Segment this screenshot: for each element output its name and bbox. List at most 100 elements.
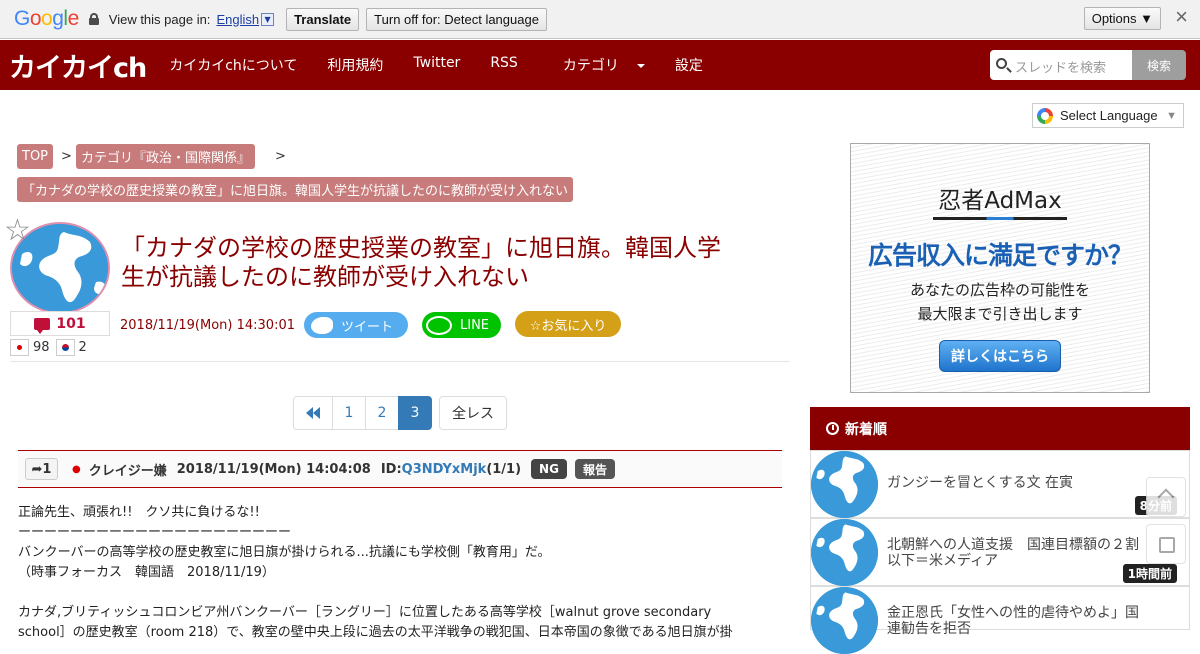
globe-icon bbox=[811, 451, 878, 518]
favorite-button[interactable]: ☆お気に入り bbox=[515, 311, 621, 337]
line-icon bbox=[426, 315, 452, 335]
site-header: カイカイch カイカイchについて 利用規約 Twitter RSS カテゴリ … bbox=[0, 40, 1200, 90]
thread-title-line: 生が抗議したのに教師が受け入れない bbox=[121, 263, 529, 291]
breadcrumb-category[interactable]: カテゴリ『政治・国際関係』 bbox=[76, 144, 256, 169]
google-g-icon bbox=[1037, 107, 1053, 124]
nav-category[interactable]: カテゴリ bbox=[533, 55, 660, 75]
ad-subtext: あなたの広告枠の可能性を 最大限まで引き出します bbox=[851, 278, 1149, 326]
language-dropdown-icon[interactable]: ▼ bbox=[261, 12, 275, 26]
list-item-title: 金正恩氏「女性への性的虐待やめよ」国連勧告を拒否 bbox=[887, 605, 1139, 637]
search-input[interactable]: スレッドを検索 bbox=[990, 50, 1132, 80]
post-number: 1 bbox=[42, 461, 52, 477]
id-value-link[interactable]: Q3NDYxMjk bbox=[402, 462, 487, 477]
reply-button[interactable]: ➦ 1 bbox=[25, 458, 58, 480]
all-replies-button[interactable]: 全レス bbox=[439, 396, 507, 430]
nav-terms[interactable]: 利用規約 bbox=[312, 55, 398, 75]
ad-subtext-line: あなたの広告枠の可能性を bbox=[909, 281, 1090, 299]
search-form: スレッドを検索 検索 bbox=[990, 50, 1186, 80]
close-icon[interactable]: × bbox=[1175, 6, 1188, 28]
line-label: LINE bbox=[460, 317, 490, 333]
breadcrumb-current[interactable]: 「カナダの学校の歴史授業の教室」に旭日旗。韓国人学生が抗議したのに教師が受け入れ… bbox=[17, 177, 574, 202]
ad-logo: 忍者AdMax bbox=[938, 188, 1062, 214]
first-page-button[interactable] bbox=[293, 396, 333, 430]
nav-twitter[interactable]: Twitter bbox=[398, 55, 475, 75]
post-date: 2018/11/19(Mon) 14:04:08 bbox=[176, 461, 371, 477]
clock-icon bbox=[826, 422, 839, 435]
options-button[interactable]: Options ▼ bbox=[1083, 7, 1161, 30]
list-item-title: ガンジーを冒とくする文 在寅 bbox=[887, 475, 1074, 491]
korea-count: 2 bbox=[78, 340, 87, 355]
post-line: カナダ,ブリティッシュコロンビア州バンクーバー［ラングリー］に位置したある高等学… bbox=[18, 605, 712, 620]
turn-off-button[interactable]: Turn off for: Detect language bbox=[366, 7, 547, 31]
ad-banner[interactable]: 忍者AdMax 広告収入に満足ですか？ あなたの広告枠の可能性を 最大限まで引き… bbox=[850, 143, 1150, 393]
twitter-bird-icon bbox=[311, 316, 333, 334]
favorite-star-icon[interactable]: ☆ bbox=[4, 216, 31, 246]
tweet-button[interactable]: ツイート bbox=[304, 312, 408, 338]
globe-icon bbox=[811, 587, 878, 654]
view-text: View this page in: bbox=[108, 11, 211, 27]
page-2[interactable]: 2 bbox=[365, 396, 399, 430]
google-logo: Google bbox=[14, 7, 79, 30]
poster-id: ID:Q3NDYxMjk(1/1) bbox=[381, 462, 521, 477]
thread-date: 2018/11/19(Mon) 14:30:01 bbox=[120, 318, 295, 333]
post-line: school］の歴史教室（room 218）で、教室の壁中央上段に過去の太平洋戦… bbox=[18, 625, 733, 640]
list-item[interactable]: 金正恩氏「女性への性的虐待やめよ」国連勧告を拒否 bbox=[810, 586, 1190, 654]
site-logo[interactable]: カイカイch bbox=[9, 46, 147, 85]
nav-rss[interactable]: RSS bbox=[475, 55, 533, 75]
divider bbox=[10, 361, 790, 362]
list-item-time: 1時間前 bbox=[1122, 564, 1177, 583]
nav-settings[interactable]: 設定 bbox=[660, 55, 718, 75]
reply-arrow-icon: ➦ bbox=[31, 461, 43, 477]
select-language[interactable]: Select Language ▼ bbox=[1032, 103, 1184, 128]
nav-category-label: カテゴリ bbox=[562, 58, 619, 74]
pagination: 1 2 3 全レス bbox=[293, 396, 507, 430]
post-line: 正論先生、頑張れ!! クソ共に負けるな!! bbox=[18, 505, 260, 520]
new-threads-header: 新着順 bbox=[810, 407, 1190, 450]
japan-flag-icon bbox=[10, 339, 29, 356]
thread-title-line: 「カナダの学校の歴史授業の教室」に旭日旗。韓国人学 bbox=[121, 234, 721, 262]
ad-subtext-line: 最大限まで引き出します bbox=[917, 305, 1083, 323]
breadcrumb-separator: > bbox=[61, 149, 72, 164]
nav-about[interactable]: カイカイchについて bbox=[154, 55, 312, 75]
write-button[interactable] bbox=[1146, 524, 1186, 564]
select-language-label: Select Language bbox=[1060, 108, 1158, 123]
japan-count: 98 bbox=[33, 340, 50, 355]
dropdown-arrow-icon: ▼ bbox=[1166, 109, 1177, 122]
post-body: 正論先生、頑張れ!! クソ共に負けるな!! ーーーーーーーーーーーーーーーーーー… bbox=[18, 503, 788, 643]
korea-flag-icon bbox=[55, 339, 75, 356]
page-1[interactable]: 1 bbox=[332, 396, 366, 430]
reply-count-value: 101 bbox=[56, 315, 86, 332]
poster-name: クレイジー嫌 bbox=[88, 463, 167, 479]
lock-icon bbox=[88, 13, 99, 25]
main-nav: カイカイchについて 利用規約 Twitter RSS カテゴリ 設定 bbox=[154, 55, 718, 75]
thread-title: 「カナダの学校の歴史授業の教室」に旭日旗。韓国人学 生が抗議したのに教師が受け入… bbox=[121, 234, 771, 292]
ng-button[interactable]: NG bbox=[531, 459, 567, 479]
post-header: ➦ 1 ● クレイジー嫌 2018/11/19(Mon) 14:04:08 ID:… bbox=[18, 450, 782, 488]
breadcrumb-top[interactable]: TOP bbox=[17, 144, 54, 169]
translate-bar: Google View this page in: English ▼ Tran… bbox=[0, 0, 1200, 39]
country-counts: 98 2 bbox=[10, 339, 93, 356]
page-3-active[interactable]: 3 bbox=[398, 396, 432, 430]
report-button[interactable]: 報告 bbox=[574, 459, 615, 479]
post-line: バンクーバーの高等学校の歴史教室に旭日旗が掛けられる...抗議にも学校側「教育用… bbox=[18, 545, 551, 560]
list-item[interactable]: ガンジーを冒とくする文 在寅 8分前 bbox=[810, 450, 1190, 518]
post-line bbox=[18, 583, 788, 603]
list-item[interactable]: 北朝鮮への人道支援 国連目標額の２割以下＝米メディア 1時間前 bbox=[810, 518, 1190, 586]
search-button[interactable]: 検索 bbox=[1132, 50, 1186, 80]
language-link[interactable]: English bbox=[216, 12, 259, 27]
reply-count: 101 bbox=[10, 311, 110, 336]
country-dot-icon: ● bbox=[72, 463, 81, 475]
breadcrumb-separator: > bbox=[275, 149, 286, 164]
ad-headline: 広告収入に満足ですか？ bbox=[867, 241, 1133, 270]
id-label: ID: bbox=[380, 461, 402, 477]
line-share-button[interactable]: LINE bbox=[422, 312, 501, 338]
scroll-top-button[interactable] bbox=[1146, 477, 1186, 517]
double-left-icon bbox=[306, 407, 320, 419]
search-placeholder: スレッドを検索 bbox=[1015, 61, 1107, 76]
tweet-label: ツイート bbox=[341, 319, 394, 335]
list-item-title: 北朝鮮への人道支援 国連目標額の２割以下＝米メディア bbox=[887, 537, 1139, 569]
ad-details-button[interactable]: 詳しくはこちら bbox=[939, 340, 1061, 372]
ad-logo-underline bbox=[933, 217, 1067, 220]
translate-button[interactable]: Translate bbox=[286, 7, 360, 31]
new-threads-title: 新着順 bbox=[845, 421, 887, 438]
